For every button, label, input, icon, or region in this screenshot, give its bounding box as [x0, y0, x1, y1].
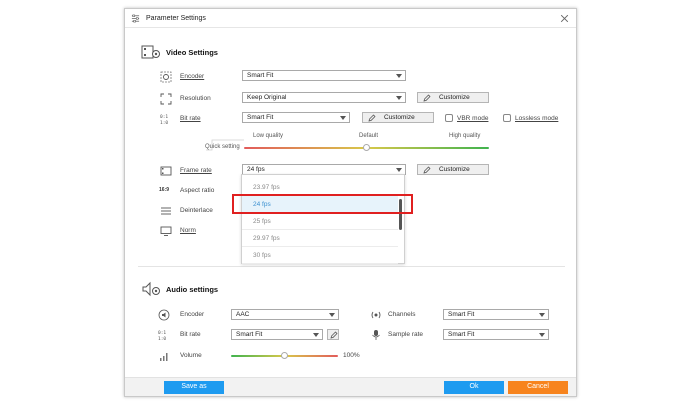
resolution-select[interactable]: Keep Original [242, 92, 406, 103]
audio-encoder-value: AAC [236, 311, 250, 318]
monitor-icon [160, 226, 172, 236]
deinterlace-label: Deinterlace [180, 207, 213, 214]
frame-rate-label[interactable]: Frame rate [180, 167, 212, 174]
default-quality-label: Default [359, 133, 379, 139]
svg-text:0:1: 0:1 [158, 330, 166, 336]
video-encoder-label[interactable]: Encoder [180, 73, 204, 80]
chevron-down-icon [329, 313, 335, 317]
chevron-down-icon [340, 116, 346, 120]
resolution-label: Resolution [180, 95, 211, 102]
audio-bitrate-edit-button[interactable] [327, 329, 339, 340]
cancel-button[interactable]: Cancel [508, 381, 568, 394]
ok-button[interactable]: Ok [444, 381, 504, 394]
microphone-icon [372, 330, 380, 340]
aspect-ratio-icon: 16:9 [159, 187, 170, 193]
low-quality-label: Low quality [253, 133, 284, 139]
deinterlace-icon [161, 207, 171, 215]
video-settings-icon [141, 45, 160, 59]
sample-rate-value: Smart Fit [448, 331, 475, 338]
channels-icon [371, 311, 381, 319]
quality-slider-thumb[interactable] [362, 144, 370, 151]
chevron-down-icon [313, 333, 319, 337]
video-bitrate-select[interactable]: Smart Fit [242, 112, 350, 123]
audio-bitrate-label: Bit rate [180, 331, 201, 338]
lossless-mode-checkbox[interactable] [503, 114, 511, 122]
audio-settings-icon [142, 281, 160, 297]
highlight-annotation-box [232, 194, 413, 214]
close-icon[interactable] [559, 13, 570, 24]
norm-label[interactable]: Norm [180, 227, 196, 234]
quick-setting-label: Quick setting [205, 144, 240, 150]
frame-rate-customize-label: Customize [439, 166, 470, 173]
vbr-mode-label[interactable]: VBR mode [457, 115, 488, 122]
video-bitrate-label[interactable]: Bit rate [180, 115, 201, 122]
audio-encoder-icon [158, 309, 170, 321]
channels-value: Smart Fit [448, 311, 475, 318]
resolution-customize-label: Customize [439, 94, 470, 101]
video-bitrate-value: Smart Fit [247, 114, 274, 121]
frame-rate-option[interactable]: 29.97 fps [242, 230, 398, 247]
chevron-down-icon [396, 96, 402, 100]
audio-bitrate-value: Smart Fit [236, 331, 263, 338]
audio-bitrate-icon: 0:1 1:0 [158, 330, 166, 341]
video-encoder-value: Smart Fit [247, 72, 274, 79]
chevron-down-icon [396, 168, 402, 172]
pencil-icon [368, 114, 376, 122]
channels-label: Channels [388, 311, 416, 318]
vbr-mode-checkbox[interactable] [445, 114, 453, 122]
video-encoder-select[interactable]: Smart Fit [242, 70, 406, 81]
resolution-icon [160, 93, 172, 105]
chevron-down-icon [396, 74, 402, 78]
bitrate-icon: 0:1 1:0 [160, 114, 168, 125]
chevron-down-icon [539, 333, 545, 337]
audio-encoder-label: Encoder [180, 311, 205, 318]
bitrate-customize-button[interactable]: Customize [362, 112, 434, 123]
save-as-button[interactable]: Save as [164, 381, 224, 394]
dialog-title: Parameter Settings [146, 15, 206, 22]
high-quality-label: High quality [449, 133, 481, 139]
bitrate-customize-label: Customize [384, 114, 415, 121]
lossless-mode-label[interactable]: Lossless mode [515, 115, 558, 122]
frame-rate-film-icon [160, 166, 172, 176]
video-settings-title: Video Settings [166, 48, 218, 57]
volume-slider-thumb[interactable] [280, 352, 288, 359]
resolution-value: Keep Original [247, 94, 287, 101]
encoder-gear-icon [160, 71, 172, 83]
audio-bitrate-select[interactable]: Smart Fit [231, 329, 323, 340]
sample-rate-select[interactable]: Smart Fit [443, 329, 549, 340]
resolution-customize-button[interactable]: Customize [417, 92, 489, 103]
frame-rate-dropdown-list[interactable]: 23.97 fps 24 fps 25 fps 29.97 fps 30 fps [241, 174, 405, 264]
chevron-down-icon [539, 313, 545, 317]
svg-text:1:0: 1:0 [160, 120, 168, 125]
sample-rate-label: Sample rate [388, 331, 424, 338]
audio-encoder-select[interactable]: AAC [231, 309, 339, 320]
title-bar: Parameter Settings [125, 9, 576, 28]
frame-rate-option[interactable]: 30 fps [242, 247, 398, 264]
dialog-footer: Save as Ok Cancel [125, 377, 576, 396]
volume-bars-icon [160, 353, 168, 361]
volume-value: 100% [343, 352, 360, 359]
aspect-ratio-label: Aspect ratio [180, 187, 215, 194]
pencil-icon [423, 166, 431, 174]
frame-rate-option[interactable]: 25 fps [242, 213, 398, 230]
svg-text:1:0: 1:0 [158, 336, 166, 341]
frame-rate-customize-button[interactable]: Customize [417, 164, 489, 175]
frame-rate-value: 24 fps [247, 166, 265, 173]
channels-select[interactable]: Smart Fit [443, 309, 549, 320]
pencil-icon [423, 94, 431, 102]
svg-text:0:1: 0:1 [160, 114, 168, 120]
section-divider [138, 266, 565, 267]
volume-label: Volume [180, 352, 202, 359]
pencil-icon [330, 331, 338, 339]
audio-settings-title: Audio settings [166, 285, 219, 294]
settings-sliders-icon [131, 14, 140, 23]
